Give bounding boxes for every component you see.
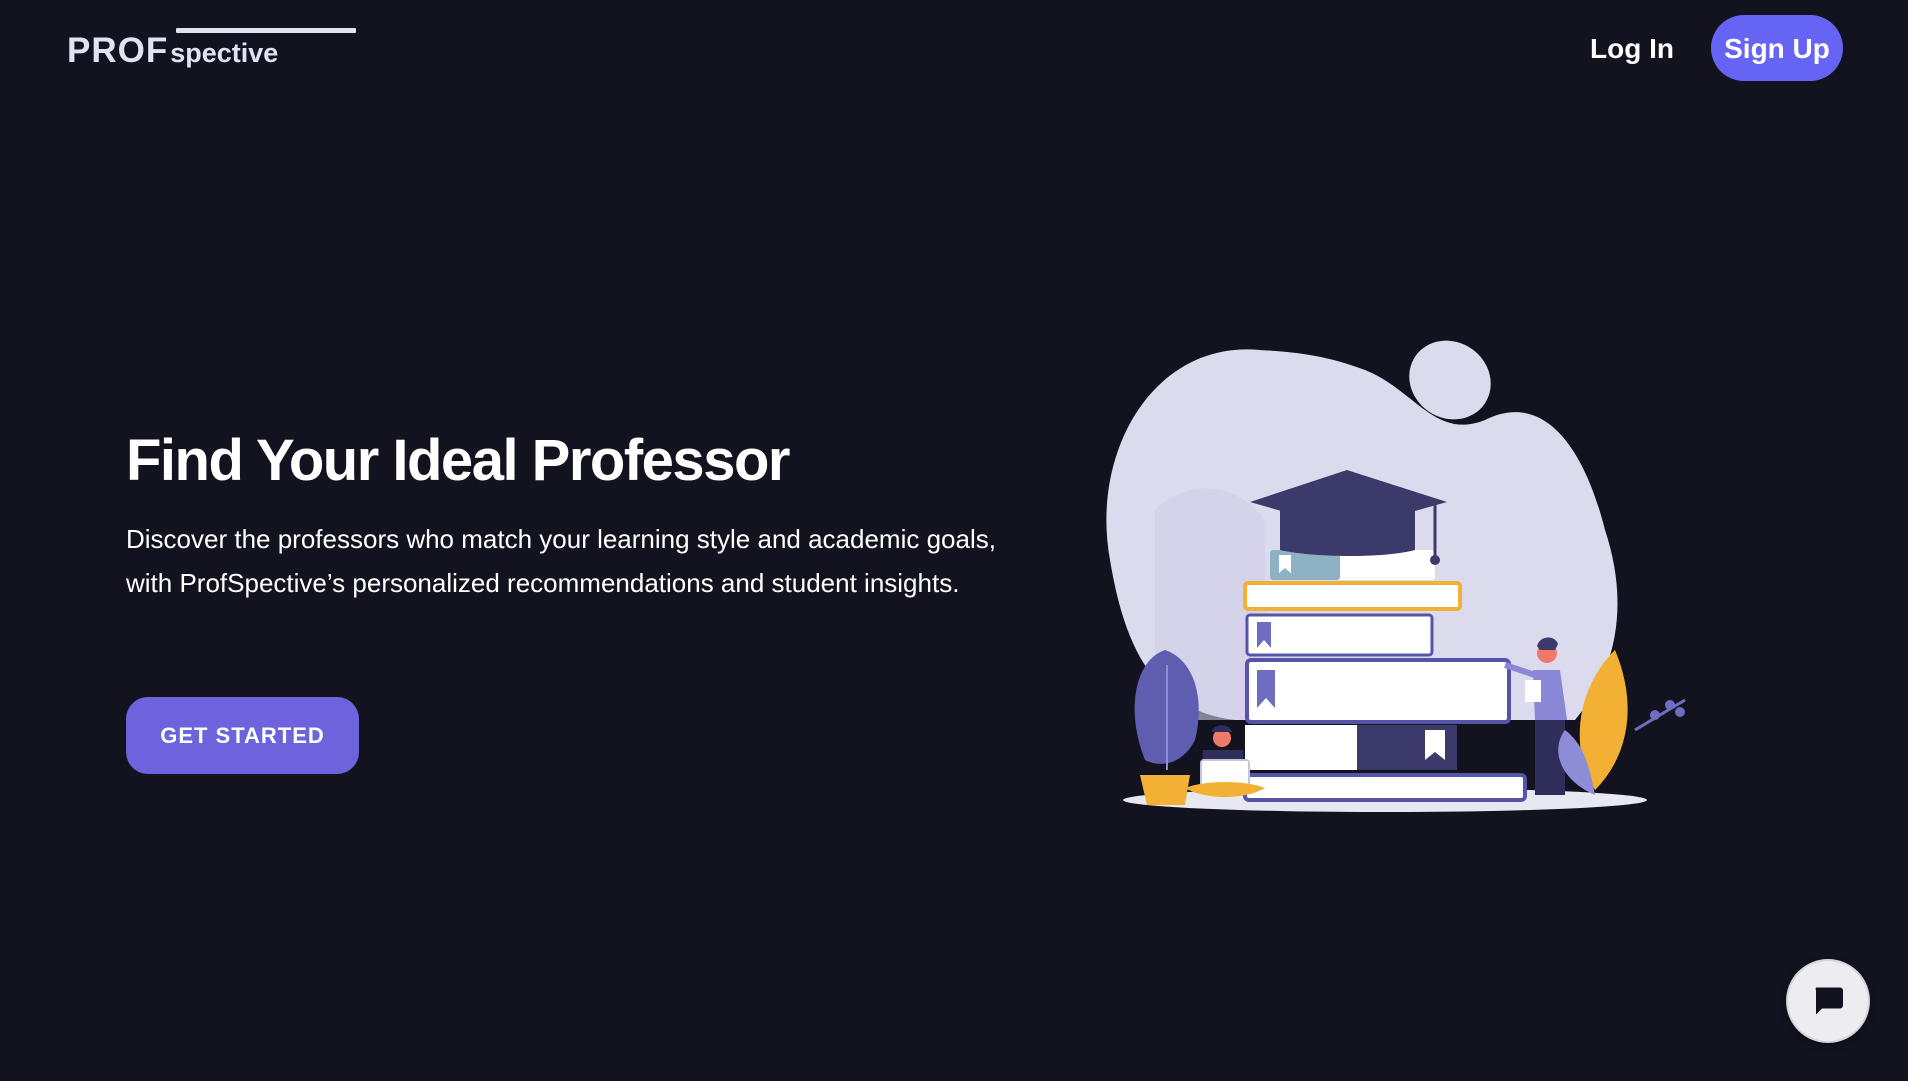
signup-button[interactable]: Sign Up xyxy=(1711,15,1843,81)
site-header: PROF spective Log In Sign Up xyxy=(0,0,1908,100)
hero-description: Discover the professors who match your l… xyxy=(126,524,996,598)
get-started-button[interactable]: GET STARTED xyxy=(126,697,359,774)
logo-underline xyxy=(176,28,356,33)
logo-prof-text: PROF xyxy=(67,31,169,70)
logo-spective-text: spective xyxy=(170,38,279,68)
chat-bubble-icon xyxy=(1815,987,1843,1015)
profspective-logo[interactable]: PROF spective xyxy=(67,22,356,70)
login-link[interactable]: Log In xyxy=(1590,29,1674,69)
chat-widget-button[interactable] xyxy=(1786,959,1870,1043)
graduation-books-illustration xyxy=(1106,340,1686,812)
hero-title: Find Your Ideal Professor xyxy=(126,428,790,493)
